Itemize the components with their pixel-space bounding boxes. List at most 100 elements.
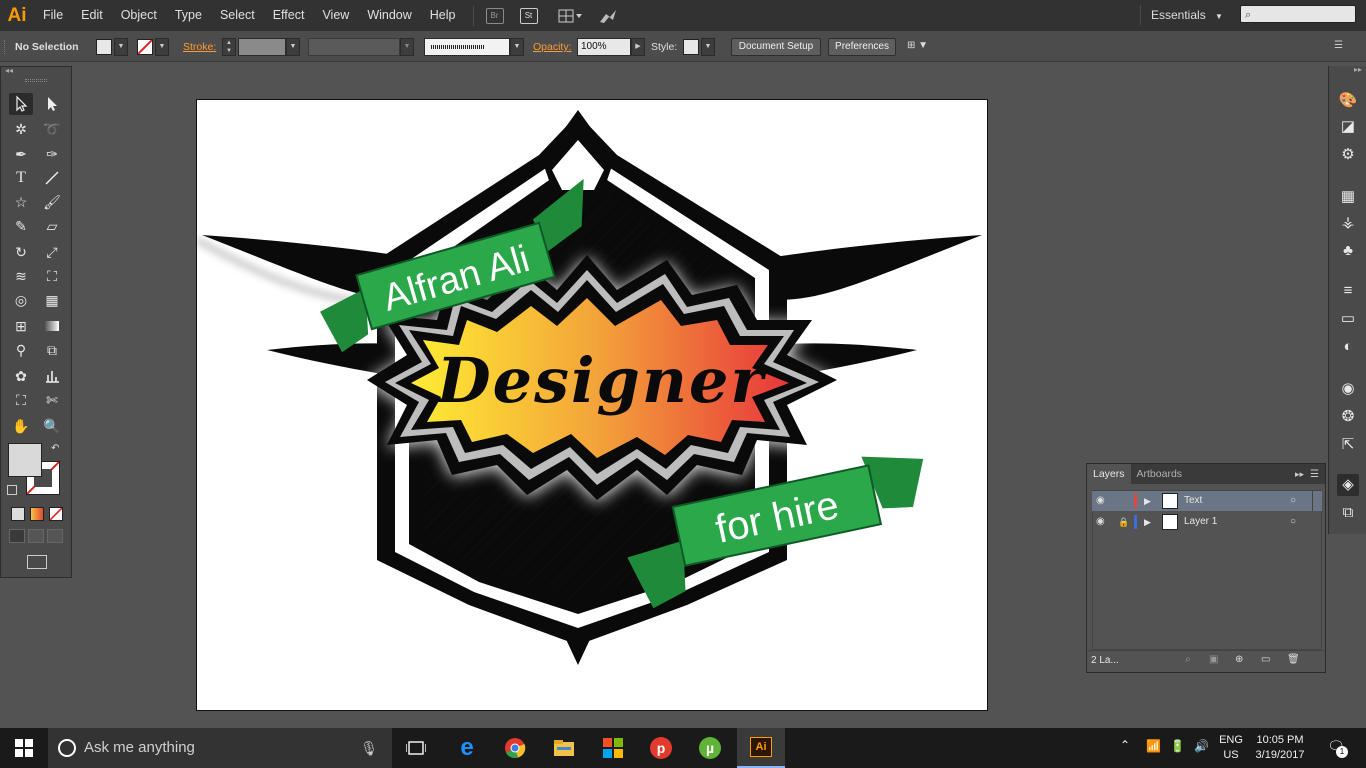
stroke-weight-dropdown[interactable]: ▼ [286, 38, 300, 56]
selection-tool[interactable] [9, 93, 33, 115]
layer-name[interactable]: Layer 1 [1184, 512, 1217, 532]
pen-tool[interactable]: ✒ [9, 143, 33, 165]
tab-layers[interactable]: Layers [1087, 464, 1131, 484]
screen-mode-button[interactable] [27, 555, 47, 569]
preferences-button[interactable]: Preferences [828, 38, 896, 56]
libraries-icon[interactable]: ⚙ [1337, 144, 1359, 166]
lock-icon[interactable]: 🔒 [1118, 512, 1129, 532]
gradient-tool[interactable] [40, 315, 64, 337]
graphic-styles-icon[interactable]: ❂ [1337, 406, 1359, 428]
language-indicator[interactable]: ENG US [1214, 733, 1248, 763]
free-transform-tool[interactable]: ⛶ [40, 265, 64, 287]
stroke-panel-icon[interactable]: ≡ [1337, 280, 1359, 302]
taskbar-utorrent[interactable]: µ [686, 728, 734, 768]
menu-object[interactable]: Object [112, 0, 166, 31]
transparency-icon[interactable]: ◐ [1337, 336, 1359, 358]
task-view-button[interactable] [392, 728, 440, 768]
brush-dropdown[interactable]: ▼ [510, 38, 524, 56]
lasso-tool[interactable]: ➰ [40, 118, 64, 140]
taskbar-chrome[interactable] [491, 728, 539, 768]
opacity-field[interactable]: 100% [577, 38, 631, 56]
none-mode-button[interactable] [49, 507, 63, 521]
color-guide-icon[interactable]: ◪ [1337, 116, 1359, 138]
warp-tool[interactable]: ≋ [9, 265, 33, 287]
menu-file[interactable]: File [34, 0, 72, 31]
shaper-tool[interactable]: ✎ [9, 215, 33, 237]
panel-expand-icon[interactable]: ▸▸ [1295, 469, 1310, 480]
microphone-icon[interactable]: 🎙 [360, 728, 378, 768]
menu-help[interactable]: Help [421, 0, 465, 31]
artboard[interactable]: Designer Alfran Ali for hire [196, 99, 988, 711]
clipping-mask-icon[interactable]: ▣ [1209, 654, 1218, 665]
asset-export-icon[interactable]: ⇱ [1337, 434, 1359, 456]
fill-color-box[interactable] [8, 443, 42, 477]
target-circle-icon[interactable]: ○ [1290, 512, 1296, 532]
artboard-tool[interactable]: ⛶ [9, 389, 33, 411]
layer-name[interactable]: Text [1184, 491, 1202, 511]
rotate-tool[interactable]: ↻ [9, 241, 33, 263]
workspace-switcher[interactable]: Essentials ▼ [1140, 5, 1232, 25]
stroke-dropdown[interactable]: ▼ [155, 38, 169, 56]
brushes-icon[interactable]: ⚶ [1337, 212, 1359, 234]
taskbar-app-p[interactable]: p [637, 728, 685, 768]
new-sublayer-icon[interactable]: ⊕ [1235, 654, 1243, 665]
document-setup-button[interactable]: Document Setup [731, 38, 821, 56]
layer-row-layer-1[interactable]: ◉ 🔒 ▶ Layer 1 ○ [1092, 512, 1322, 532]
arrange-documents-icon[interactable] [558, 8, 584, 24]
color-panel-icon[interactable]: 🎨 [1337, 90, 1359, 112]
menu-effect[interactable]: Effect [264, 0, 314, 31]
show-hidden-icons[interactable]: ⌃ [1120, 738, 1130, 752]
target-circle-icon[interactable]: ○ [1290, 491, 1296, 511]
align-options-icon[interactable]: ⊞ ▼ [907, 40, 937, 54]
menu-select[interactable]: Select [211, 0, 264, 31]
search-help-input[interactable]: ⌕ [1240, 5, 1356, 23]
eraser-tool[interactable]: ▱ [40, 215, 64, 237]
clock[interactable]: 10:05 PM 3/19/2017 [1250, 733, 1310, 763]
volume-icon[interactable]: 🔊 [1194, 739, 1209, 753]
visibility-eye-icon[interactable]: ◉ [1096, 491, 1105, 511]
star-tool[interactable]: ☆ [9, 191, 33, 213]
taskbar-edge[interactable]: e [443, 728, 491, 768]
expand-arrow-icon[interactable]: ▶ [1144, 491, 1151, 511]
stroke-label[interactable]: Stroke: [183, 38, 216, 56]
fill-swatch[interactable] [96, 39, 112, 55]
variable-width-dropdown[interactable]: ▼ [400, 38, 414, 56]
style-dropdown[interactable]: ▼ [701, 38, 715, 56]
menu-view[interactable]: View [313, 0, 358, 31]
battery-icon[interactable]: 🔋 [1170, 739, 1185, 753]
color-mode-button[interactable] [11, 507, 25, 521]
panel-menu-icon[interactable]: ☰ [1334, 40, 1350, 54]
draw-normal-icon[interactable] [9, 529, 25, 543]
gpu-performance-icon[interactable] [598, 8, 618, 24]
opacity-arrow[interactable]: ▶ [631, 38, 645, 56]
stroke-weight-field[interactable] [238, 38, 286, 56]
gradient-panel-icon[interactable]: ▭ [1337, 308, 1359, 330]
variable-width-profile[interactable] [308, 38, 400, 56]
slice-tool[interactable]: ✄ [40, 389, 64, 411]
symbols-icon[interactable]: ♣ [1337, 240, 1359, 262]
type-tool[interactable]: T [9, 167, 33, 189]
start-button[interactable] [0, 728, 48, 768]
opacity-label[interactable]: Opacity: [533, 38, 572, 56]
menu-type[interactable]: Type [166, 0, 211, 31]
panel-menu-icon[interactable]: ☰ [1310, 469, 1325, 480]
layer-row-text[interactable]: ◉ ▶ Text ○ [1092, 491, 1322, 511]
taskbar-file-explorer[interactable] [540, 728, 588, 768]
panel-collapse-icon[interactable]: ◂◂ [5, 66, 13, 75]
magic-wand-tool[interactable]: ✲ [9, 118, 33, 140]
fill-dropdown[interactable]: ▼ [114, 38, 128, 56]
mesh-tool[interactable]: ⊞ [9, 315, 33, 337]
draw-inside-icon[interactable] [47, 529, 63, 543]
scale-tool[interactable]: ⤢ [40, 241, 64, 263]
shape-builder-tool[interactable]: ◎ [9, 289, 33, 311]
paintbrush-tool[interactable]: 🖌 [40, 191, 64, 213]
menu-edit[interactable]: Edit [72, 0, 112, 31]
curvature-tool[interactable]: ✑ [40, 143, 64, 165]
swatches-icon[interactable]: ▦ [1337, 186, 1359, 208]
stroke-stepper[interactable]: ▲ ▼ [222, 38, 236, 56]
column-graph-tool[interactable] [40, 365, 64, 387]
tab-artboards[interactable]: Artboards [1131, 464, 1189, 484]
symbol-sprayer-tool[interactable]: ✿ [9, 365, 33, 387]
swap-fill-stroke-icon[interactable]: ↶ [51, 443, 59, 454]
stock-button[interactable]: St [519, 7, 538, 24]
